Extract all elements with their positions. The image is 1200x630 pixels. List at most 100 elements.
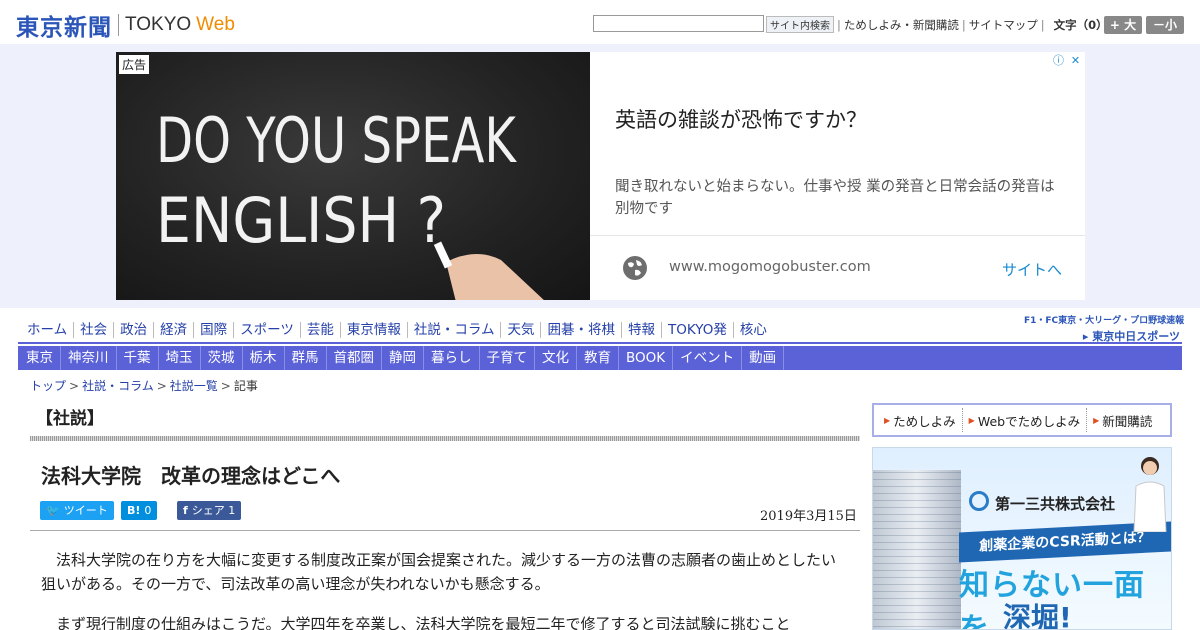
nav-kakushin[interactable]: 核心	[734, 322, 773, 338]
nav-home[interactable]: ホーム	[24, 322, 75, 338]
tweet-label: ツイート	[63, 504, 108, 517]
region-navigation: 東京 神奈川 千葉 埼玉 茨城 栃木 群馬 首都圏 静岡 暮らし 子育て 文化 …	[18, 346, 1182, 370]
ad-url[interactable]: www.mogomogobuster.com	[669, 259, 871, 275]
header-links: | ためしよみ・新聞購読 | サイトマップ | 文字（0）	[834, 17, 1108, 33]
nav-tokyo-hatsu[interactable]: TOKYO発	[662, 322, 734, 338]
nav-economy[interactable]: 経済	[154, 322, 195, 338]
ad-description[interactable]: 聞き取れないと始まらない。仕事や授 業の発音と日常会話の発音は別物です	[615, 176, 1065, 220]
ad-badge: 広告	[119, 55, 150, 74]
region-gunma[interactable]: 群馬	[285, 346, 327, 370]
daiichi-sankyo-logo-icon	[969, 491, 989, 511]
subscribe-button[interactable]: ▶ 新聞購読	[1087, 408, 1158, 432]
region-book[interactable]: BOOK	[619, 346, 674, 370]
region-chiba[interactable]: 千葉	[117, 346, 159, 370]
facebook-share-label: シェア 1	[191, 504, 236, 517]
nav-sports[interactable]: スポーツ	[234, 322, 301, 338]
chalk-line-2: ENGLISH ?	[156, 184, 446, 257]
logo-divider	[118, 14, 119, 36]
globe-icon	[623, 256, 647, 280]
triangle-right-icon: ▶	[884, 415, 891, 425]
hatena-bookmark-button[interactable]: B! 0	[121, 501, 158, 520]
close-icon[interactable]: ✕	[1068, 53, 1083, 68]
breadcrumb-separator: >	[69, 379, 80, 393]
info-icon[interactable]: ⓘ	[1051, 53, 1066, 68]
region-kanagawa[interactable]: 神奈川	[61, 346, 117, 370]
region-tokyo[interactable]: 東京	[18, 346, 61, 370]
section-rule	[30, 436, 860, 441]
nav-international[interactable]: 国際	[194, 322, 235, 338]
article-paragraph: 法科大学院の在り方を大幅に変更する制度改正案が国会提案された。減少する一方の法曹…	[41, 551, 837, 593]
article-title: 法科大学院 改革の理念はどこへ	[41, 464, 341, 488]
section-label: 【社説】	[36, 409, 104, 429]
breadcrumb-current: 記事	[233, 379, 258, 393]
region-parenting[interactable]: 子育て	[480, 346, 535, 370]
region-education[interactable]: 教育	[577, 346, 619, 370]
ad-visit-site-button[interactable]: サイトへ	[1002, 259, 1062, 280]
chalk-line-1: DO YOU SPEAK	[156, 104, 517, 177]
nav-editorial-column[interactable]: 社説・コラム	[408, 322, 502, 338]
logo-web-text: Web	[196, 14, 235, 35]
ad-person-illustration	[1133, 457, 1167, 532]
hatena-icon: B!	[127, 504, 141, 517]
link-divider: |	[837, 18, 841, 32]
breadcrumb-separator: >	[156, 379, 167, 393]
logo-tokyo-text: TOKYO	[125, 14, 192, 35]
facebook-share-button[interactable]: f シェア 1	[177, 501, 242, 520]
trial-subscribe-link[interactable]: ためしよみ・新聞購読	[844, 17, 959, 33]
breadcrumb-separator: >	[220, 379, 231, 393]
web-trial-read-button[interactable]: ▶ Webでためしよみ	[963, 408, 1088, 432]
tweet-button[interactable]: 🐦 ツイート	[40, 501, 114, 520]
ad-divider	[590, 235, 1085, 236]
region-event[interactable]: イベント	[673, 346, 743, 370]
triangle-right-icon: ▶	[968, 415, 975, 425]
nav-tokyo-info[interactable]: 東京情報	[341, 322, 408, 338]
ad-card[interactable]: 広告 DO YOU SPEAK ENGLISH ? ⓘ ✕ 英語の雑談が恐怖です…	[116, 52, 1085, 300]
chunichi-subtitle: F1・FC東京・大リーグ・プロ野球速報	[1024, 316, 1185, 326]
font-size-increase-button[interactable]: + 大	[1104, 16, 1142, 34]
font-size-decrease-button[interactable]: －小	[1146, 16, 1184, 34]
region-shutoken[interactable]: 首都圏	[327, 346, 382, 370]
breadcrumb-top[interactable]: トップ	[30, 379, 66, 393]
breadcrumb-editorial-column[interactable]: 社説・コラム	[82, 379, 154, 393]
region-living[interactable]: 暮らし	[424, 346, 480, 370]
region-ibaraki[interactable]: 茨城	[201, 346, 243, 370]
article-date: 2019年3月15日	[760, 509, 857, 524]
sitemap-link[interactable]: サイトマップ	[969, 17, 1038, 33]
top-ad-area: 広告 DO YOU SPEAK ENGLISH ? ⓘ ✕ 英語の雑談が恐怖です…	[0, 44, 1200, 308]
nav-weather[interactable]: 天気	[501, 322, 542, 338]
twitter-bird-icon: 🐦	[46, 504, 60, 517]
link-divider: |	[961, 18, 966, 32]
region-saitama[interactable]: 埼玉	[159, 346, 201, 370]
site-header: 東京新聞 TOKYO Web サイト内検索 | ためしよみ・新聞購読 | サイト…	[0, 0, 1200, 44]
region-tochigi[interactable]: 栃木	[243, 346, 285, 370]
ad-headline[interactable]: 英語の雑談が恐怖ですか？	[615, 104, 867, 134]
triangle-right-icon: ▶	[1093, 415, 1100, 425]
font-size-label: 文字（0）	[1053, 18, 1108, 32]
site-search-button[interactable]: サイト内検索	[766, 16, 834, 33]
nav-politics[interactable]: 政治	[114, 322, 155, 338]
region-culture[interactable]: 文化	[535, 346, 577, 370]
nav-tokuho[interactable]: 特報	[622, 322, 662, 338]
facebook-icon: f	[183, 504, 188, 517]
article-rule	[30, 530, 860, 531]
ad-tagline-2: 深堀!	[1003, 601, 1072, 630]
link-divider: |	[1040, 18, 1045, 32]
site-logo[interactable]: 東京新聞 TOKYO Web	[16, 8, 235, 42]
chunichi-sports-link[interactable]: F1・FC東京・大リーグ・プロ野球速報 ▸ 東京中日スポーツ	[1024, 313, 1185, 343]
trial-read-button[interactable]: ▶ ためしよみ	[878, 408, 963, 432]
site-search-input[interactable]	[593, 15, 764, 32]
nav-go-shogi[interactable]: 囲碁・将棋	[541, 322, 622, 338]
region-shizuoka[interactable]: 静岡	[382, 346, 424, 370]
logo-tokyo-shimbun: 東京新聞	[16, 14, 112, 41]
region-video[interactable]: 動画	[742, 346, 785, 370]
web-trial-read-label: Webでためしよみ	[977, 413, 1081, 429]
nav-entertainment[interactable]: 芸能	[301, 322, 341, 338]
chalk-text-graphic: DO YOU SPEAK ENGLISH ?	[156, 104, 544, 300]
breadcrumb-editorial-list[interactable]: 社説一覧	[170, 379, 218, 393]
ad-chalkboard-image[interactable]: 広告 DO YOU SPEAK ENGLISH ?	[116, 52, 590, 300]
hatena-count: 0	[144, 504, 152, 517]
subscription-buttons: ▶ ためしよみ ▶ Webでためしよみ ▶ 新聞購読	[872, 403, 1172, 437]
nav-society[interactable]: 社会	[74, 322, 115, 338]
ad-company-name: 第一三共株式会社	[995, 495, 1116, 513]
sidebar-ad-daiichi-sankyo[interactable]: 第一三共株式会社 創薬企業のCSR活動とは？ 知らない一面を 深堀!	[872, 447, 1172, 630]
